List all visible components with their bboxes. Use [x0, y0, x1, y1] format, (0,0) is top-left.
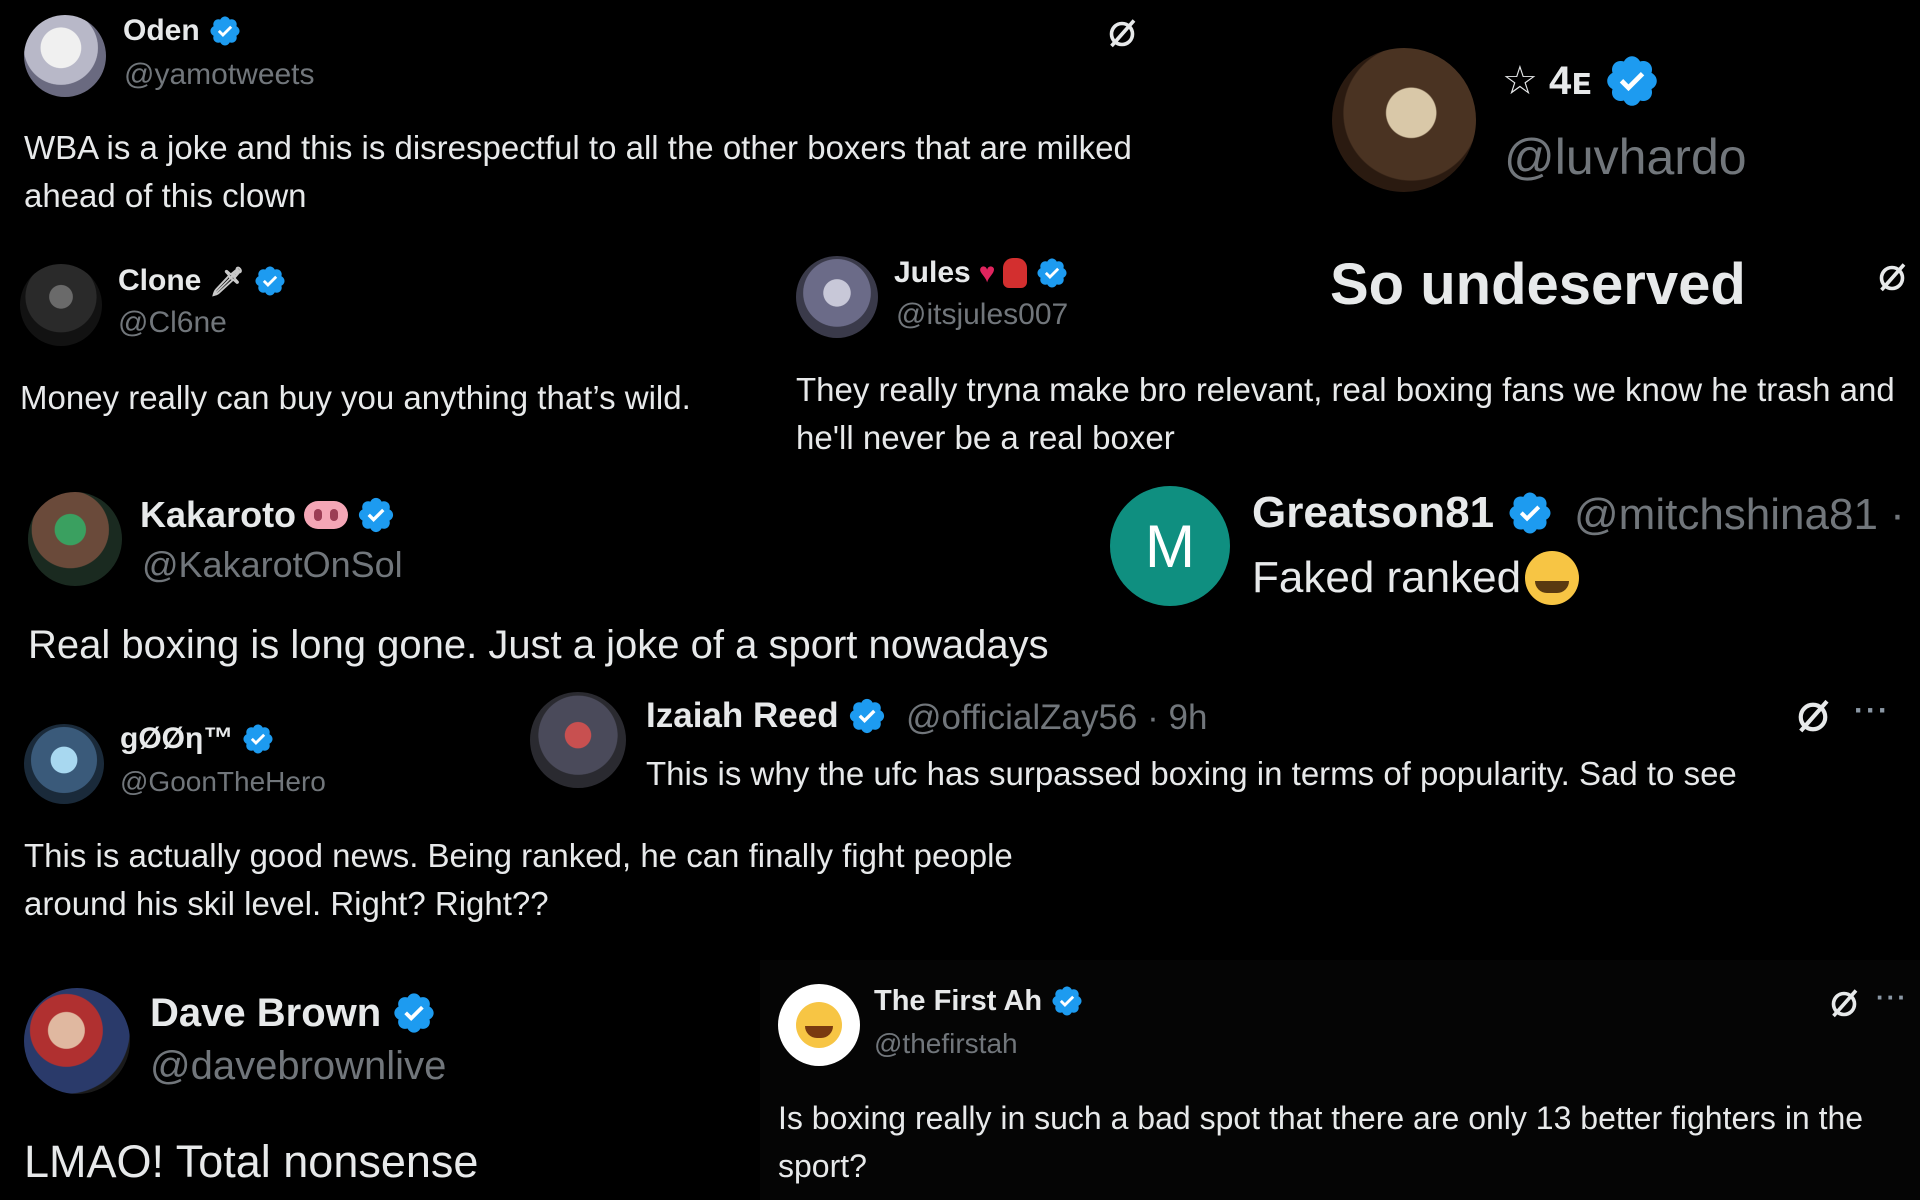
avatar[interactable] [24, 988, 130, 1094]
author-name[interactable]: The First Ah [874, 984, 1084, 1018]
author-handle[interactable]: @yamotweets [124, 58, 315, 92]
laughing-emoji-icon [1525, 551, 1580, 605]
grok-icon[interactable] [1792, 696, 1834, 738]
post-izaiah-reed[interactable]: Izaiah Reed @officialZay56 · 9h ··· This… [520, 680, 1920, 800]
verified-badge-icon [241, 722, 275, 756]
author-name[interactable]: Clone 🗡 [118, 264, 287, 298]
author-name[interactable]: Jules ♥ [894, 256, 1069, 290]
verified-badge-icon [1506, 489, 1554, 537]
avatar[interactable] [24, 15, 106, 97]
author-name[interactable]: Oden [123, 14, 242, 48]
verified-badge-icon [1050, 984, 1084, 1018]
post-text: This is actually good news. Being ranked… [24, 837, 1013, 922]
avatar[interactable] [796, 256, 878, 338]
post-oden[interactable]: Oden @yamotweets WBA is a joke and this … [0, 0, 1160, 238]
boxing-glove-emoji-icon [1003, 258, 1028, 288]
author-name[interactable]: ☆ 4ᴇ [1502, 52, 1661, 110]
post-the-first-ah[interactable]: The First Ah @thefirstah ··· Is boxing r… [760, 960, 1920, 1200]
post-jules[interactable]: Jules ♥ @itsjules007 They really tryna m… [780, 248, 1920, 468]
post-text: Is boxing really in such a bad spot that… [778, 1100, 1864, 1184]
post-text: They really tryna make bro relevant, rea… [796, 371, 1895, 456]
pig-nose-emoji-icon [304, 501, 349, 529]
post-text: WBA is a joke and this is disrespectful … [24, 129, 1132, 214]
verified-badge-icon [391, 990, 437, 1036]
verified-badge-icon [1035, 256, 1069, 290]
author-handle[interactable]: @thefirstah [874, 1028, 1018, 1060]
post-dave-brown[interactable]: Dave Brown @davebrownlive LMAO! Total no… [0, 960, 760, 1200]
avatar[interactable] [28, 492, 122, 586]
heart-emoji-icon: ♥ [978, 257, 996, 288]
author-handle[interactable]: @itsjules007 [896, 298, 1068, 332]
dagger-emoji-icon: 🗡 [209, 265, 245, 297]
verified-badge-icon [1603, 52, 1661, 110]
author-handle[interactable]: @mitchshina81 · [1574, 490, 1905, 540]
avatar[interactable] [20, 264, 102, 346]
author-name-label: Izaiah Reed [646, 696, 839, 735]
post-text-label: Faked ranked [1252, 553, 1522, 602]
verified-badge-icon [356, 495, 396, 535]
grok-icon[interactable] [1104, 16, 1140, 52]
author-name[interactable]: Izaiah Reed [646, 696, 887, 736]
grok-icon[interactable] [1826, 986, 1862, 1022]
author-handle[interactable]: @davebrownlive [150, 1044, 446, 1089]
avatar[interactable] [778, 984, 860, 1066]
author-handle[interactable]: @officialZay56 · 9h [906, 698, 1207, 738]
author-handle[interactable]: @luvhardo [1504, 128, 1747, 186]
avatar[interactable]: M [1110, 486, 1230, 606]
author-name-label: Jules [894, 256, 971, 289]
laughing-tears-emoji-icon [796, 1002, 842, 1048]
post-text: LMAO! Total nonsense [24, 1136, 479, 1187]
author-name-label: Oden [123, 14, 200, 47]
avatar[interactable] [24, 724, 104, 804]
more-options-icon[interactable]: ··· [1854, 694, 1890, 728]
author-name-label: Clone [118, 264, 202, 297]
avatar[interactable] [1332, 48, 1476, 192]
author-name-label: ☆ 4ᴇ [1502, 59, 1592, 103]
post-text: Real boxing is long gone. Just a joke of… [28, 623, 1049, 667]
verified-badge-icon [208, 14, 242, 48]
author-handle[interactable]: @Cl6ne [118, 306, 227, 340]
author-handle[interactable]: @KakarotOnSol [142, 544, 403, 586]
more-options-icon[interactable]: ··· [1876, 982, 1908, 1013]
author-name-label: The First Ah [874, 984, 1043, 1017]
author-name-label: gØØη™ [120, 722, 234, 755]
verified-badge-icon [847, 696, 887, 736]
author-name-label: Kakaroto [140, 494, 297, 535]
post-greatson81[interactable]: M Greatson81 @mitchshina81 · Faked ranke… [1100, 478, 1920, 628]
post-kakaroto[interactable]: Kakaroto @KakarotOnSol Real boxing is lo… [0, 478, 1100, 678]
avatar-letter: M [1145, 512, 1195, 580]
author-name[interactable]: Kakaroto [140, 494, 396, 536]
author-handle[interactable]: @GoonTheHero [120, 766, 326, 798]
post-clone[interactable]: Clone 🗡 @Cl6ne Money really can buy you … [0, 248, 780, 448]
verified-badge-icon [253, 264, 287, 298]
author-name[interactable]: gØØη™ [120, 722, 275, 756]
author-name[interactable]: Dave Brown [150, 990, 437, 1036]
avatar[interactable] [530, 692, 626, 788]
author-name[interactable]: Greatson81 [1252, 488, 1554, 538]
post-text: Money really can buy you anything that’s… [20, 379, 691, 416]
author-name-label: Greatson81 [1252, 488, 1495, 537]
post-text: This is why the ufc has surpassed boxing… [646, 755, 1737, 792]
author-name-label: Dave Brown [150, 990, 382, 1035]
post-text: Faked ranked [1252, 550, 1580, 606]
